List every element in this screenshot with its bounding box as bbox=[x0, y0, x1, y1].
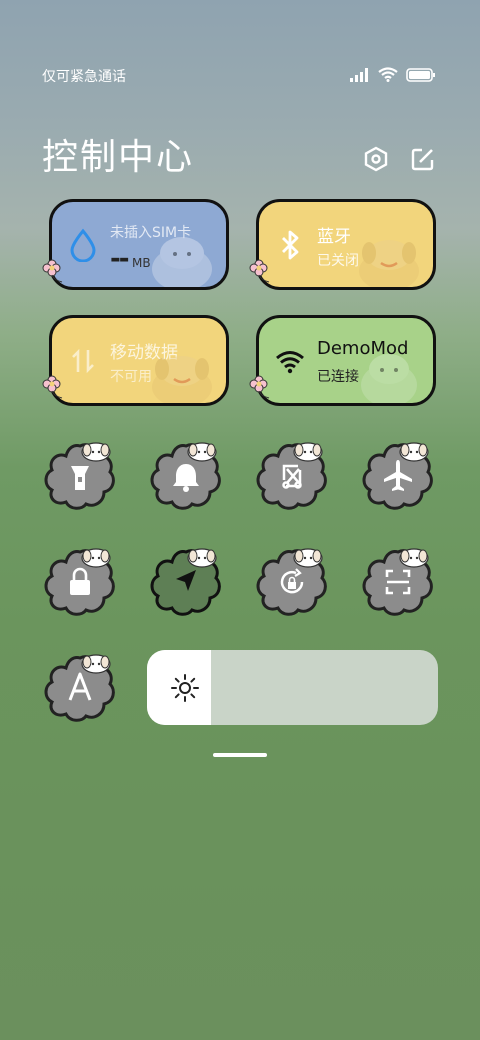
cloud-tile bbox=[256, 442, 327, 510]
bluetooth-icon bbox=[282, 230, 299, 260]
mobile-data-icon bbox=[72, 348, 94, 374]
dog-sticker-icon bbox=[359, 240, 419, 287]
water-drop-icon bbox=[70, 228, 96, 262]
flower-sticker-icon bbox=[249, 375, 270, 399]
wifi-status-icon bbox=[378, 67, 398, 82]
cloud-tile bbox=[44, 654, 115, 722]
screenshot-toggle[interactable] bbox=[256, 440, 328, 512]
settings-button[interactable] bbox=[363, 146, 389, 172]
dog-sticker-icon bbox=[152, 356, 212, 403]
carrier-label: 仅可紧急通话 bbox=[42, 69, 126, 85]
airplane-mode-toggle[interactable] bbox=[362, 440, 434, 512]
mobile-data-card[interactable]: 移动数据 不可用 bbox=[49, 315, 229, 406]
dog-sticker-icon bbox=[152, 237, 212, 287]
cloud-tile bbox=[44, 548, 115, 616]
flashlight-toggle[interactable] bbox=[44, 440, 116, 512]
cloud-tile bbox=[362, 548, 433, 616]
rotation-lock-toggle[interactable] bbox=[256, 546, 328, 618]
location-toggle[interactable] bbox=[150, 546, 222, 618]
brightness-slider[interactable] bbox=[147, 650, 438, 725]
signal-icon bbox=[350, 67, 368, 82]
flower-sticker-icon bbox=[249, 259, 270, 283]
bluetooth-card[interactable]: 蓝牙 已关闭 bbox=[256, 199, 436, 290]
wifi-icon bbox=[276, 351, 304, 374]
cloud-tile bbox=[256, 548, 327, 616]
battery-icon bbox=[406, 67, 435, 82]
font-size-toggle[interactable] bbox=[44, 652, 116, 724]
status-bar: 仅可紧急通话 bbox=[42, 66, 436, 86]
flower-sticker-icon bbox=[42, 375, 63, 399]
edit-button[interactable] bbox=[410, 146, 436, 172]
cloud-tile bbox=[150, 548, 221, 616]
flower-sticker-icon bbox=[42, 259, 63, 283]
bluetooth-label: 蓝牙 bbox=[317, 227, 351, 247]
page-title: 控制中心 bbox=[42, 137, 195, 178]
drag-handle[interactable] bbox=[213, 753, 267, 757]
notification-toggle[interactable] bbox=[150, 440, 222, 512]
brightness-icon bbox=[171, 674, 199, 702]
wifi-card[interactable]: DemoMod 已连接 bbox=[256, 315, 436, 406]
cloud-tile bbox=[44, 442, 115, 510]
lock-screen-toggle[interactable] bbox=[44, 546, 116, 618]
scanner-toggle[interactable] bbox=[362, 546, 434, 618]
cloud-tile bbox=[362, 442, 433, 510]
data-usage-card[interactable]: 未插入SIM卡 -- MB bbox=[49, 199, 229, 290]
cloud-tile bbox=[150, 442, 221, 510]
dog-sticker-icon bbox=[361, 354, 417, 403]
